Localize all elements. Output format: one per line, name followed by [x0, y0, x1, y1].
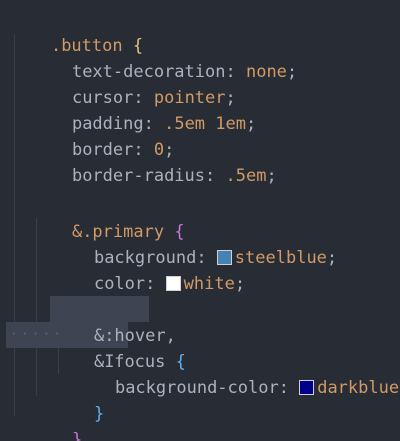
code-line-10[interactable]: color: white;	[53, 245, 245, 294]
code-line-9[interactable]: background: steelblue;	[53, 219, 337, 268]
property-value: white	[183, 274, 235, 294]
indent-guide	[14, 34, 15, 416]
code-line-8[interactable]: &.primary {	[31, 193, 185, 242]
code-line-5[interactable]: border: 0;	[31, 111, 174, 160]
property-value: steelblue	[234, 248, 327, 268]
property-name: color	[93, 274, 146, 294]
code-line-1[interactable]: .button {	[10, 7, 143, 56]
code-line-15[interactable]: }	[53, 375, 104, 424]
code-line-3[interactable]: cursor: pointer;	[31, 59, 236, 108]
color-swatch[interactable]	[165, 276, 181, 291]
code-line-6[interactable]: border-radius: .5em;	[31, 137, 277, 186]
close-brace: }	[71, 430, 83, 441]
property-value: darkblue	[317, 378, 400, 398]
close-brace: }	[93, 404, 105, 424]
property-value: none	[245, 62, 287, 82]
code-line-12[interactable]: &:hover,	[53, 297, 176, 346]
color-swatch[interactable]	[299, 380, 315, 395]
property-name: border-radius	[71, 166, 206, 186]
code-line-2[interactable]: text-decoration: none;	[31, 33, 297, 82]
property-value: .5em	[225, 166, 267, 186]
code-editor[interactable]: .button { text-decoration: none; cursor:…	[0, 0, 400, 441]
code-line-14[interactable]: background-color: darkblue;	[74, 349, 400, 398]
property-value: .5em 1em	[164, 114, 246, 134]
code-line-4[interactable]: padding: .5em 1em;	[31, 85, 256, 134]
code-line-13[interactable]: &Ifocus {	[53, 323, 186, 372]
property-name: background-color	[114, 378, 279, 398]
code-line-16[interactable]: }	[31, 401, 82, 441]
